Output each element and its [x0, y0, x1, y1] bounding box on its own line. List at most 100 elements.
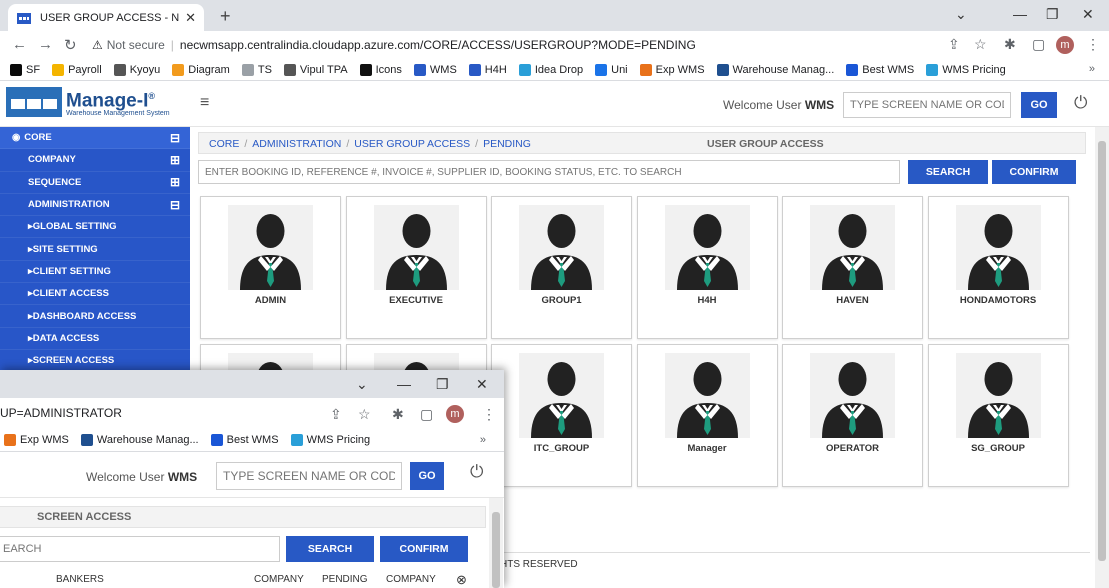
- bookmark-item[interactable]: WMS: [413, 63, 457, 76]
- overlay-bookmark-item[interactable]: Exp WMS: [4, 433, 69, 446]
- bookmark-item[interactable]: Icons: [359, 63, 402, 76]
- user-group-card[interactable]: ADMIN: [200, 196, 341, 339]
- user-group-card[interactable]: ITC_GROUP: [491, 344, 632, 487]
- reload-icon[interactable]: ↻: [64, 36, 77, 54]
- browser-tab[interactable]: USER GROUP ACCESS - NEC_WM ✕: [8, 4, 204, 31]
- overlay-sidepanel-icon[interactable]: ▢: [420, 406, 433, 423]
- sidebar-item-site-setting[interactable]: ▸SITE SETTING: [0, 238, 190, 261]
- overlay-bookmarks-more-icon[interactable]: »: [480, 434, 486, 446]
- address-bar[interactable]: ⚠ Not secure | necwmsapp.centralindia.cl…: [92, 34, 792, 56]
- minimize-icon[interactable]: —: [1013, 6, 1027, 22]
- screen-search-input[interactable]: [843, 92, 1011, 118]
- overlay-star-icon[interactable]: ☆: [358, 406, 371, 423]
- bookmark-item[interactable]: SF: [10, 63, 40, 76]
- share-icon[interactable]: ⇪: [948, 36, 960, 53]
- bookmark-item[interactable]: WMS Pricing: [926, 63, 1006, 76]
- new-tab-icon[interactable]: +: [220, 6, 231, 27]
- breadcrumb-item[interactable]: PENDING: [483, 138, 531, 150]
- bookmark-item[interactable]: TS: [241, 63, 272, 76]
- sidebar-item-global-setting[interactable]: ▸GLOBAL SETTING: [0, 216, 190, 239]
- expand-icon[interactable]: ⊞: [170, 175, 180, 189]
- overlay-menu-icon[interactable]: ⋮: [482, 406, 496, 423]
- bookmark-item[interactable]: Uni: [595, 63, 628, 76]
- breadcrumb-item[interactable]: CORE: [209, 138, 239, 150]
- overlay-search-input[interactable]: [0, 536, 280, 562]
- overlay-bookmark-item[interactable]: WMS Pricing: [290, 433, 370, 446]
- overlay-column-header[interactable]: COMPANY: [254, 574, 304, 585]
- sidebar-item-client-setting[interactable]: ▸CLIENT SETTING: [0, 261, 190, 284]
- overlay-bookmark-item[interactable]: Best WMS: [210, 433, 279, 446]
- overlay-column-header[interactable]: COMPANY: [386, 574, 436, 585]
- bookmark-item[interactable]: Vipul TPA: [283, 63, 348, 76]
- overlay-power-icon[interactable]: ⏻: [470, 462, 483, 482]
- collapse-icon[interactable]: ⊟: [170, 198, 180, 212]
- overlay-tab-search-icon[interactable]: ⌄: [356, 376, 368, 393]
- sidebar-item-data-access[interactable]: ▸DATA ACCESS: [0, 328, 190, 350]
- overlay-close-icon[interactable]: ✕: [476, 376, 488, 393]
- user-group-card[interactable]: H4H: [636, 196, 778, 339]
- sidebar-item-screen-access[interactable]: ▸SCREEN ACCESS: [0, 350, 190, 373]
- user-group-card[interactable]: HONDAMOTORS: [927, 196, 1069, 339]
- scrollbar-thumb[interactable]: [1098, 141, 1106, 561]
- sidebar-item-company[interactable]: COMPANY ⊞: [0, 149, 190, 172]
- user-group-card[interactable]: OPERATOR: [782, 344, 923, 487]
- overlay-extensions-icon[interactable]: ✱: [392, 406, 404, 423]
- close-window-icon[interactable]: ✕: [1082, 6, 1094, 23]
- sidebar-item-client-access[interactable]: ▸CLIENT ACCESS: [0, 283, 190, 306]
- overlay-address-bar[interactable]: UP=ADMINISTRATOR ⇪ ☆ ✱ ▢ m ⋮: [0, 398, 504, 428]
- bookmark-item[interactable]: H4H: [468, 63, 507, 76]
- overlay-minimize-icon[interactable]: —: [397, 376, 411, 392]
- overlay-share-icon[interactable]: ⇪: [330, 406, 342, 423]
- menu-toggle-icon[interactable]: ≡: [200, 94, 209, 112]
- bookmarks-more-icon[interactable]: »: [1089, 63, 1095, 75]
- forward-icon[interactable]: →: [38, 36, 53, 53]
- bookmark-item[interactable]: Idea Drop: [518, 63, 583, 76]
- collapse-icon[interactable]: ⊟: [170, 131, 180, 145]
- user-group-card[interactable]: Manager: [636, 344, 778, 487]
- user-group-card[interactable]: GROUP1: [491, 196, 632, 339]
- power-icon[interactable]: ⏻: [1074, 93, 1087, 113]
- tab-search-icon[interactable]: ⌄: [955, 6, 967, 23]
- bookmark-item[interactable]: Exp WMS: [639, 63, 705, 76]
- sidebar-item-core[interactable]: ◉ CORE ⊟: [0, 127, 190, 150]
- bookmark-item[interactable]: Diagram: [172, 63, 230, 76]
- overlay-confirm-button[interactable]: CONFIRM: [380, 536, 468, 562]
- overlay-search-button[interactable]: SEARCH: [286, 536, 374, 562]
- app-logo[interactable]: Manage-I® Warehouse Management System: [6, 87, 170, 117]
- breadcrumb-item[interactable]: ADMINISTRATION: [252, 138, 341, 150]
- confirm-button[interactable]: CONFIRM: [992, 160, 1076, 184]
- booking-search-input[interactable]: [198, 160, 900, 184]
- user-group-card[interactable]: HAVEN: [782, 196, 923, 339]
- overlay-column-header[interactable]: PENDING: [322, 574, 368, 585]
- bookmark-star-icon[interactable]: ☆: [974, 36, 987, 53]
- search-button[interactable]: SEARCH: [908, 160, 988, 184]
- back-icon[interactable]: ←: [12, 36, 27, 53]
- overlay-scrollbar[interactable]: [489, 498, 503, 588]
- user-group-card[interactable]: EXECUTIVE: [345, 196, 487, 339]
- expand-icon[interactable]: ⊞: [170, 153, 180, 167]
- bookmark-item[interactable]: Payroll: [52, 63, 102, 76]
- sidebar-item-administration[interactable]: ADMINISTRATION ⊟: [0, 194, 190, 217]
- overlay-scrollbar-thumb[interactable]: [492, 512, 500, 588]
- overlay-screen-search-input[interactable]: [216, 462, 402, 490]
- user-group-card[interactable]: SG_GROUP: [927, 344, 1069, 487]
- overlay-column-header[interactable]: BANKERS: [56, 574, 104, 585]
- sidebar-item-sequence[interactable]: SEQUENCE ⊞: [0, 172, 190, 194]
- restore-icon[interactable]: ❐: [1046, 6, 1059, 23]
- menu-kebab-icon[interactable]: ⋮: [1086, 36, 1100, 53]
- overlay-bookmark-item[interactable]: Warehouse Manag...: [80, 433, 199, 446]
- go-button[interactable]: GO: [1021, 92, 1057, 118]
- extensions-icon[interactable]: ✱: [1004, 36, 1016, 53]
- bookmark-item[interactable]: Warehouse Manag...: [716, 63, 834, 76]
- sidebar-item-dashboard-access[interactable]: ▸DASHBOARD ACCESS: [0, 305, 190, 328]
- overlay-go-button[interactable]: GO: [410, 462, 444, 490]
- close-tab-icon[interactable]: ✕: [185, 10, 196, 26]
- bookmark-item[interactable]: Kyoyu: [113, 63, 160, 76]
- profile-avatar[interactable]: m: [1056, 36, 1074, 54]
- overlay-profile-avatar[interactable]: m: [446, 405, 464, 423]
- select-all-icon[interactable]: ⊗: [456, 572, 467, 588]
- bookmark-item[interactable]: Best WMS: [846, 63, 914, 76]
- sidepanel-icon[interactable]: ▢: [1032, 36, 1045, 53]
- page-scrollbar[interactable]: [1095, 127, 1109, 588]
- breadcrumb-item[interactable]: USER GROUP ACCESS: [354, 138, 470, 150]
